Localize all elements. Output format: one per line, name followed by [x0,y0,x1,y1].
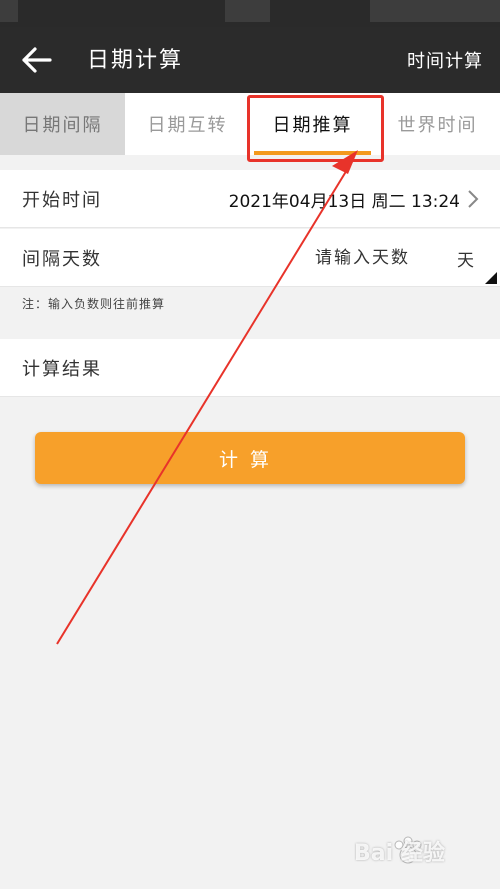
annotation-highlight-box [247,95,384,162]
calculate-button[interactable]: 计算 [35,432,465,484]
tab-world-time[interactable]: 世界时间 [375,93,500,155]
back-arrow-icon [22,47,52,73]
result-row: 计算结果 [0,339,500,397]
page-title: 日期计算 [87,48,184,73]
start-time-value[interactable]: 2021年04月13日 周二 13:24 [229,187,460,212]
start-time-row[interactable]: 开始时间 2021年04月13日 周二 13:24 [0,170,500,228]
start-time-label: 开始时间 [22,190,102,211]
days-unit: 天 [457,251,474,271]
hint-note: 注：输入负数则往前推算 [22,297,166,311]
tab-date-interval[interactable]: 日期间隔 [0,93,125,155]
interval-days-label: 间隔天数 [22,249,102,270]
back-button[interactable] [20,45,54,75]
status-bar [0,0,500,27]
app-header: 日期计算 时间计算 [0,27,500,93]
baidu-watermark: Bai 经验 [336,831,486,875]
tab-date-convert[interactable]: 日期互转 [125,93,250,155]
result-label: 计算结果 [22,359,102,380]
interval-days-input[interactable] [260,241,410,275]
time-calc-button[interactable]: 时间计算 [407,47,483,73]
chevron-right-icon [468,190,479,208]
watermark-text: Bai 经验 [354,841,445,866]
interval-days-row: 间隔天数 天 [0,229,500,287]
unit-dropdown-indicator-icon[interactable] [485,272,497,284]
